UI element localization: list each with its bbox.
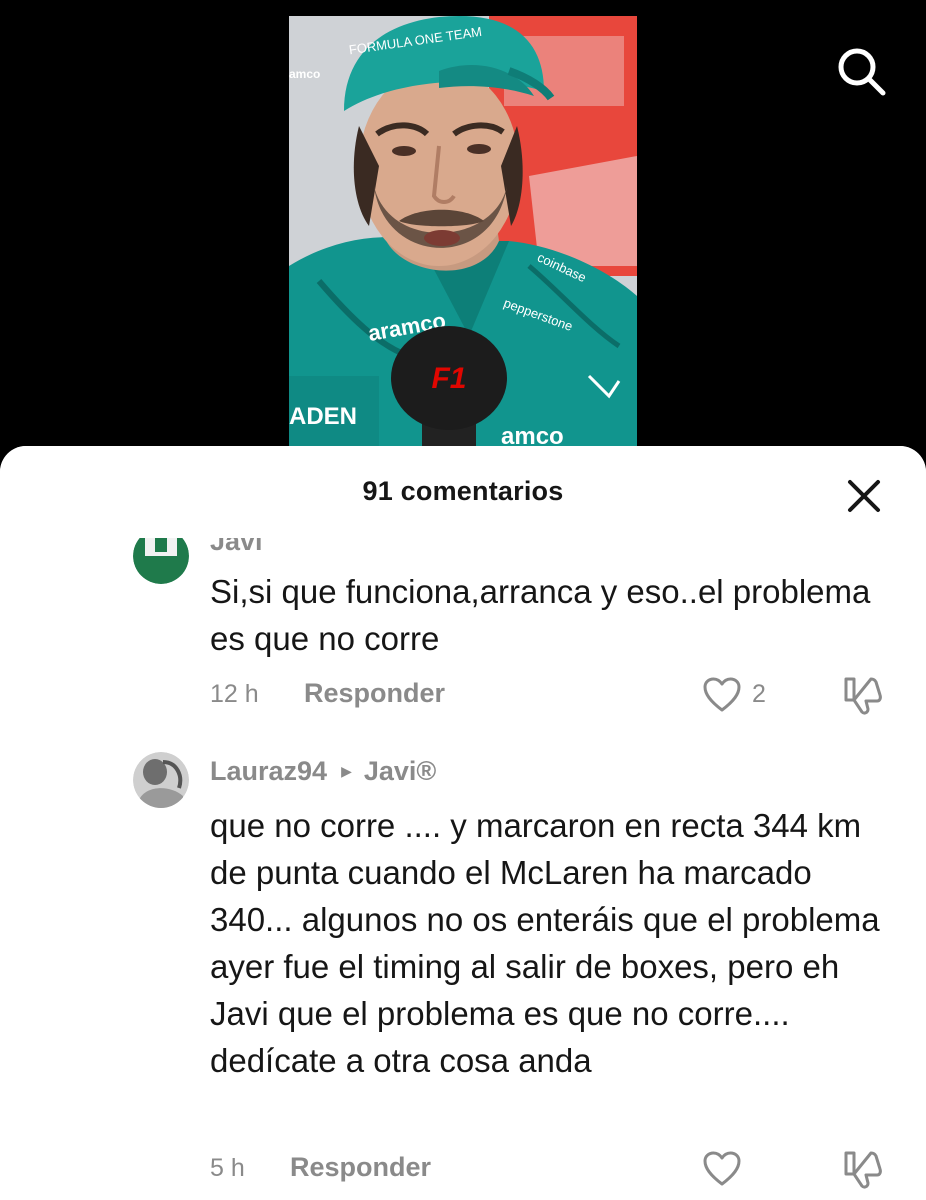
dislike-button[interactable]: [842, 674, 884, 716]
video-player[interactable]: FORMULA ONE TEAM amco aramco pepperstone…: [0, 0, 926, 470]
like-count: 2: [752, 680, 766, 708]
like-button[interactable]: [702, 676, 742, 714]
comment-author-row: Lauraz94 ▶ Javi®: [210, 756, 436, 787]
reply-button[interactable]: Responder: [290, 1152, 431, 1183]
heart-icon: [703, 677, 741, 712]
comment-text: que no corre .... y marcaron en recta 34…: [210, 807, 880, 1079]
comment-text: Si,si que funciona,arranca y eso..el pro…: [210, 573, 871, 657]
comment-time: 12 h: [210, 680, 259, 708]
svg-text:ADEN: ADEN: [289, 403, 357, 430]
like-button[interactable]: [702, 1150, 742, 1188]
comment-author[interactable]: Lauraz94: [210, 756, 327, 787]
video-frame[interactable]: FORMULA ONE TEAM amco aramco pepperstone…: [289, 16, 637, 456]
search-button[interactable]: [834, 44, 888, 98]
close-button[interactable]: [840, 472, 888, 520]
comments-count-title: 91 comentarios: [362, 476, 564, 506]
heart-icon: [703, 1151, 741, 1186]
reply-to-author[interactable]: Javi®: [364, 756, 436, 787]
thumbs-down-icon: [844, 1151, 882, 1189]
dislike-button[interactable]: [842, 1148, 884, 1190]
sheet-header: 91 comentarios: [0, 446, 926, 538]
svg-text:amco: amco: [289, 67, 320, 81]
video-thumbnail-driver-interview: FORMULA ONE TEAM amco aramco pepperstone…: [289, 16, 637, 456]
search-icon: [838, 48, 886, 96]
comment-time: 5 h: [210, 1154, 245, 1182]
mic-logo: F1: [431, 362, 466, 395]
reply-button[interactable]: Responder: [304, 678, 445, 709]
reply-arrow-icon: ▶: [341, 763, 352, 779]
avatar[interactable]: [133, 752, 189, 808]
close-icon: [848, 480, 880, 512]
comments-sheet: Javi Si,si que funciona,arranca y eso..e…: [0, 446, 926, 1200]
thumbs-down-icon: [844, 677, 882, 715]
